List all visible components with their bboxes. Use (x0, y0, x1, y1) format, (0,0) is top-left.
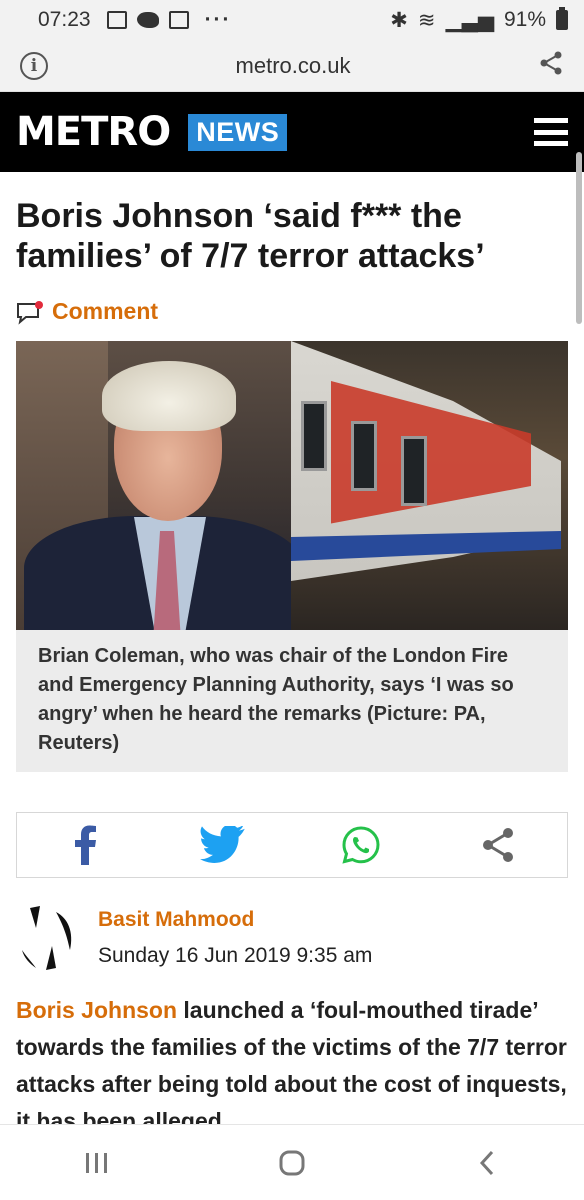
twitter-icon (136, 12, 159, 28)
share-icon (483, 828, 514, 862)
bluetooth-icon: ✱ (390, 8, 408, 32)
android-navigation-bar (0, 1124, 584, 1200)
recent-apps-icon (86, 1152, 108, 1173)
hero-image-portrait (16, 341, 304, 630)
author-avatar[interactable] (16, 906, 80, 970)
share-bar (16, 812, 568, 878)
back-button[interactable] (457, 1138, 517, 1188)
hamburger-menu-icon[interactable] (534, 118, 568, 146)
home-button[interactable] (262, 1138, 322, 1188)
back-arrow-icon (479, 1150, 493, 1175)
url-text[interactable]: metro.co.uk (48, 53, 538, 79)
more-share-button[interactable] (468, 820, 528, 870)
recent-apps-button[interactable] (67, 1138, 127, 1188)
hero-image (16, 341, 568, 630)
comment-link[interactable]: Comment (16, 298, 568, 325)
home-icon (279, 1150, 305, 1175)
facebook-share-button[interactable] (56, 820, 116, 870)
scrollbar[interactable] (576, 152, 582, 324)
twitter-share-button[interactable] (193, 820, 253, 870)
browser-url-bar[interactable]: i metro.co.uk (0, 40, 584, 92)
status-bar: 07:23 ··· ✱ ≋ ▁▃▅ 91% (0, 0, 584, 40)
whatsapp-icon (342, 826, 380, 864)
section-badge[interactable]: NEWS (188, 113, 288, 151)
comment-label[interactable]: Comment (52, 298, 158, 325)
site-header: METRO NEWS (0, 92, 584, 172)
signal-icon: ▁▃▅ (445, 8, 494, 32)
image-caption: Brian Coleman, who was chair of the Lond… (16, 630, 568, 772)
facebook-icon (74, 825, 96, 865)
battery-icon (556, 7, 568, 30)
author-name[interactable]: Basit Mahmood (98, 908, 372, 932)
comment-bubble-icon (16, 300, 43, 325)
wifi-icon: ≋ (417, 8, 436, 32)
status-time: 07:23 (38, 8, 91, 31)
metro-logo[interactable]: METRO (16, 109, 171, 155)
author-row: Basit Mahmood Sunday 16 Jun 2019 9:35 am (16, 906, 568, 970)
headline: Boris Johnson ‘said f*** the families’ o… (16, 197, 485, 275)
twitter-icon (200, 826, 246, 863)
whatsapp-share-button[interactable] (331, 820, 391, 870)
lead-paragraph: Boris Johnson launched a ‘foul-mouthed t… (16, 992, 568, 1140)
gallery-icon (106, 11, 127, 29)
share-icon[interactable] (538, 50, 564, 81)
lead-paragraph-link[interactable]: Boris Johnson (16, 997, 177, 1023)
publish-date: Sunday 16 Jun 2019 9:35 am (98, 944, 373, 967)
email-icon (168, 11, 189, 29)
article: Boris Johnson ‘said f*** the families’ o… (0, 196, 584, 1140)
battery-percent: 91% (503, 8, 546, 31)
more-dots-icon: ··· (204, 8, 232, 31)
info-icon[interactable]: i (20, 51, 48, 80)
hero-image-train (291, 341, 568, 630)
